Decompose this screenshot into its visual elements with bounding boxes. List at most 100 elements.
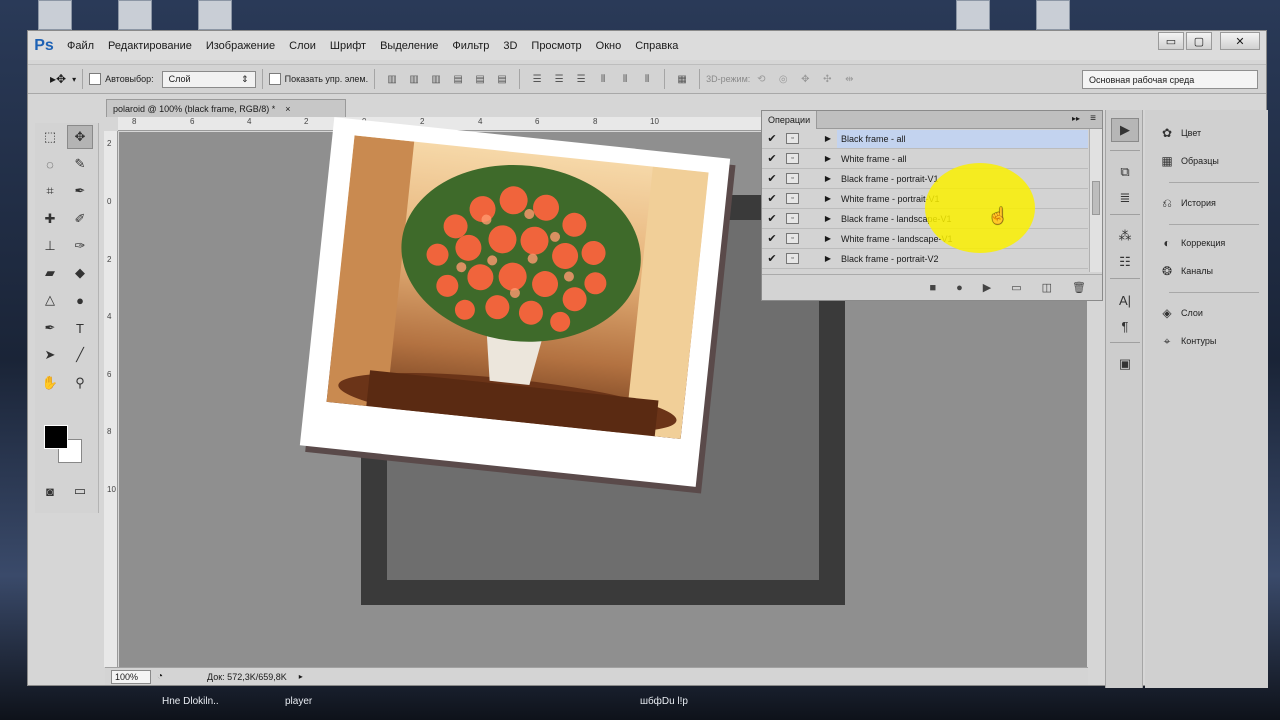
expand-arrow-icon[interactable]: ▶ [819,194,837,203]
rotate-3d-icon[interactable]: ⟲ [754,72,768,86]
slide-3d-icon[interactable]: ✣ [820,72,834,86]
chevron-right-icon[interactable]: ▸ [299,672,303,681]
paragraph-icon[interactable]: ¶ [1111,314,1139,338]
panel-layers[interactable]: ◈ Слои [1145,300,1268,326]
desktop-icon[interactable] [38,0,72,30]
align-hcenter-icon[interactable]: ▤ [473,72,487,86]
panel-swatches[interactable]: ▦ Образцы [1145,148,1268,174]
check-icon[interactable]: ✔ [762,212,782,225]
menu-file[interactable]: Файл [60,40,101,52]
auto-align-icon[interactable]: ▦ [675,72,689,86]
document-tab[interactable]: polaroid @ 100% (black frame, RGB/8) * × [106,99,346,117]
crop-tool-icon[interactable]: ⌗ [37,179,63,203]
zoom-tool-icon[interactable]: ⚲ [67,371,93,395]
paint-bucket-tool-icon[interactable]: ◆ [67,261,93,285]
layer-comps-icon[interactable]: ▣ [1111,352,1139,376]
desktop-icon[interactable] [956,0,990,30]
align-top-icon[interactable]: ▥ [385,72,399,86]
panel-menu-icon[interactable]: ≡ [1090,113,1096,124]
healing-brush-tool-icon[interactable]: ✚ [37,207,63,231]
new-set-icon[interactable]: ▭ [1011,281,1021,294]
menu-layer[interactable]: Слои [282,40,323,52]
workspace-selector[interactable]: Основная рабочая среда [1082,70,1258,89]
menu-3d[interactable]: 3D [496,40,524,52]
check-icon[interactable]: ✔ [762,172,782,185]
screen-mode-icon[interactable]: ▭ [67,479,93,503]
minimize-button[interactable]: ▭ [1158,32,1184,50]
info-icon[interactable]: ◔ [157,671,163,682]
properties-icon[interactable]: ≣ [1111,186,1139,210]
menu-view[interactable]: Просмотр [524,40,588,52]
blur-tool-icon[interactable]: △ [37,288,63,312]
dialog-toggle-icon[interactable]: ▫ [786,233,799,244]
distribute-top-icon[interactable]: ☰ [530,72,544,86]
character-icon[interactable]: A| [1111,288,1139,312]
check-icon[interactable]: ✔ [762,192,782,205]
action-row[interactable]: ✔ ▫ ▶ White frame - all [762,149,1088,169]
check-icon[interactable]: ✔ [762,152,782,165]
scrollbar-thumb[interactable] [1092,181,1100,215]
expand-arrow-icon[interactable]: ▶ [819,134,837,143]
action-row[interactable]: ✔ ▫ ▶ Black frame - portrait-V1 [762,169,1088,189]
distribute-vcenter-icon[interactable]: ☰ [552,72,566,86]
sliders-icon[interactable]: ☷ [1111,250,1139,274]
action-row[interactable]: ✔ ▫ ▶ Black frame - portrait-V2 [762,249,1088,269]
line-tool-icon[interactable]: ╱ [67,343,93,367]
check-icon[interactable]: ✔ [762,132,782,145]
distribute-bottom-icon[interactable]: ☰ [574,72,588,86]
maximize-button[interactable]: ▢ [1186,32,1212,50]
close-button[interactable]: ✕ [1220,32,1260,50]
panel-channels[interactable]: ❂ Каналы [1145,258,1268,284]
play-icon[interactable]: ▶ [1111,118,1139,142]
menu-help[interactable]: Справка [628,40,685,52]
action-row[interactable]: ✔ ▫ ▶ Black frame - all [762,129,1088,149]
brush-presets-icon[interactable]: ⁂ [1111,224,1139,248]
check-icon[interactable]: ✔ [762,232,782,245]
foreground-color-swatch[interactable] [44,425,68,449]
dialog-toggle-icon[interactable]: ▫ [786,173,799,184]
tab-actions[interactable]: Операции [762,111,818,129]
dialog-toggle-icon[interactable]: ▫ [786,153,799,164]
zoom-field[interactable]: 100% [111,669,151,684]
expand-arrow-icon[interactable]: ▶ [819,234,837,243]
check-icon[interactable]: ✔ [762,252,782,265]
stop-icon[interactable]: ■ [929,282,936,294]
align-right-icon[interactable]: ▤ [495,72,509,86]
path-select-tool-icon[interactable]: ➤ [37,343,63,367]
eyedropper-tool-icon[interactable]: ✒ [67,179,93,203]
history-icon[interactable]: ⧉ [1111,160,1139,184]
menu-window[interactable]: Окно [589,40,629,52]
drag-3d-icon[interactable]: ✥ [798,72,812,86]
menu-image[interactable]: Изображение [199,40,282,52]
distribute-left-icon[interactable]: ⦀ [596,72,610,86]
dialog-toggle-icon[interactable]: ▫ [786,213,799,224]
quick-mask-icon[interactable]: ◙ [37,479,63,503]
panel-history[interactable]: ⎌ История [1145,190,1268,216]
move-tool-icon[interactable]: ▸✥ [50,72,66,86]
chevron-down-icon[interactable]: ▾ [72,75,76,84]
move-tool-icon[interactable]: ✥ [67,125,93,149]
collapse-icon[interactable]: ▸▸ [1072,114,1080,123]
new-action-icon[interactable]: ◫ [1042,281,1052,294]
desktop-icon[interactable] [198,0,232,30]
type-tool-icon[interactable]: T [67,316,93,340]
expand-arrow-icon[interactable]: ▶ [819,214,837,223]
actions-scrollbar[interactable] [1089,129,1102,272]
desktop-icon[interactable] [1036,0,1070,30]
menu-select[interactable]: Выделение [373,40,445,52]
pen-tool-icon[interactable]: ✒ [37,316,63,340]
align-left-icon[interactable]: ▤ [451,72,465,86]
menu-type[interactable]: Шрифт [323,40,373,52]
auto-select-dropdown[interactable]: Слой ⇕ [161,70,256,88]
panel-paths[interactable]: ⌖ Контуры [1145,328,1268,354]
menu-filter[interactable]: Фильтр [445,40,496,52]
expand-arrow-icon[interactable]: ▶ [819,254,837,263]
expand-arrow-icon[interactable]: ▶ [819,174,837,183]
align-bottom-icon[interactable]: ▥ [429,72,443,86]
action-row[interactable]: ✔ ▫ ▶ White frame - landscape-V1 [762,229,1088,249]
dodge-tool-icon[interactable]: ● [67,288,93,312]
history-brush-tool-icon[interactable]: ✑ [67,234,93,258]
panel-adjustments[interactable]: ◐ Коррекция [1145,230,1268,256]
dialog-toggle-icon[interactable]: ▫ [786,193,799,204]
scale-3d-icon[interactable]: ⇹ [842,72,856,86]
